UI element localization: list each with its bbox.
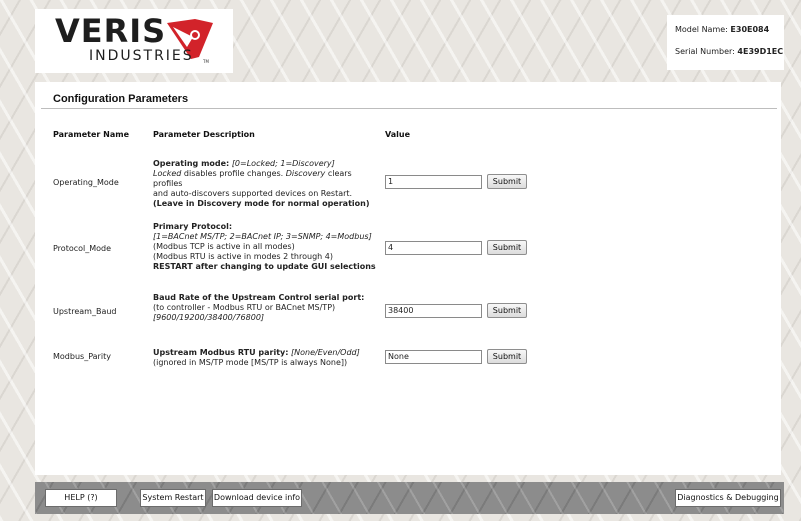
desc-text: (to controller - Modbus RTU or BACnet MS…: [153, 303, 336, 312]
desc-text: RESTART after changing to update GUI sel…: [153, 262, 376, 271]
desc-text: Locked: [153, 169, 182, 178]
section-title: Configuration Parameters: [53, 93, 189, 105]
param-desc-modbus-parity: Upstream Modbus RTU parity: [None/Even/O…: [153, 348, 393, 368]
model-value: E30E084: [730, 25, 770, 34]
logo-subtitle: INDUSTRIES: [89, 48, 194, 64]
desc-text: (Modbus RTU is active in modes 2 through…: [153, 252, 333, 261]
serial-label: Serial Number:: [675, 47, 735, 56]
param-name-upstream-baud: Upstream_Baud: [53, 307, 117, 316]
desc-text: Discovery: [285, 169, 326, 178]
diagnostics-debugging-button[interactable]: Diagnostics & Debugging: [675, 489, 781, 507]
desc-text: disables profile changes.: [181, 169, 286, 178]
desc-note: [1=BACnet MS/TP; 2=BACnet IP; 3=SNMP; 4=…: [153, 232, 372, 241]
modbus-parity-submit-button[interactable]: Submit: [487, 349, 527, 364]
col-header-value: Value: [385, 130, 411, 139]
param-desc-operating-mode: Operating mode: [0=Locked; 1=Discovery] …: [153, 159, 381, 209]
desc-text: and auto-discovers supported devices on …: [153, 189, 353, 198]
help-button[interactable]: HELP (?): [45, 489, 117, 507]
protocol-mode-input[interactable]: 4: [385, 241, 482, 255]
operating-mode-input[interactable]: 1: [385, 175, 482, 189]
param-name-operating-mode: Operating_Mode: [53, 178, 119, 187]
desc-title: Primary Protocol:: [153, 222, 233, 231]
config-panel: Configuration Parameters Parameter Name …: [35, 82, 781, 475]
logo-trademark: TM: [203, 59, 209, 64]
model-label: Model Name:: [675, 25, 728, 34]
desc-note: [0=Locked; 1=Discovery]: [231, 159, 335, 168]
modbus-parity-input[interactable]: None: [385, 350, 482, 364]
protocol-mode-submit-button[interactable]: Submit: [487, 240, 527, 255]
param-desc-protocol-mode: Primary Protocol: [1=BACnet MS/TP; 2=BAC…: [153, 222, 381, 272]
veris-logo: VERIS INDUSTRIES TM: [35, 9, 233, 73]
model-row: Model Name: E30E084: [675, 24, 784, 46]
desc-title: Upstream Modbus RTU parity:: [153, 348, 289, 357]
param-desc-upstream-baud: Baud Rate of the Upstream Control serial…: [153, 293, 381, 323]
device-info: Model Name: E30E084 Serial Number: 4E39D…: [667, 15, 784, 70]
download-device-info-button[interactable]: Download device info: [212, 489, 302, 507]
desc-title: Baud Rate of the Upstream Control serial…: [153, 293, 365, 302]
logo-wordmark: VERIS: [55, 12, 167, 50]
system-restart-button[interactable]: System Restart: [140, 489, 206, 507]
desc-text: (Leave in Discovery mode for normal oper…: [153, 199, 370, 208]
desc-text: (ignored in MS/TP mode [MS/TP is always …: [153, 358, 348, 367]
param-name-modbus-parity: Modbus_Parity: [53, 352, 111, 361]
upstream-baud-submit-button[interactable]: Submit: [487, 303, 527, 318]
title-divider: [41, 108, 777, 109]
desc-title: Operating mode:: [153, 159, 230, 168]
col-header-name: Parameter Name: [53, 130, 129, 139]
col-header-description: Parameter Description: [153, 130, 255, 139]
serial-row: Serial Number: 4E39D1EC: [675, 46, 784, 68]
param-name-protocol-mode: Protocol_Mode: [53, 244, 112, 253]
upstream-baud-input[interactable]: 38400: [385, 304, 482, 318]
operating-mode-submit-button[interactable]: Submit: [487, 174, 527, 189]
footer-bar: HELP (?) System Restart Download device …: [35, 482, 784, 514]
desc-note: [None/Even/Odd]: [291, 348, 360, 357]
desc-text: (Modbus TCP is active in all modes): [153, 242, 295, 251]
desc-note: [9600/19200/38400/76800]: [153, 313, 265, 322]
serial-value: 4E39D1EC: [737, 47, 784, 56]
